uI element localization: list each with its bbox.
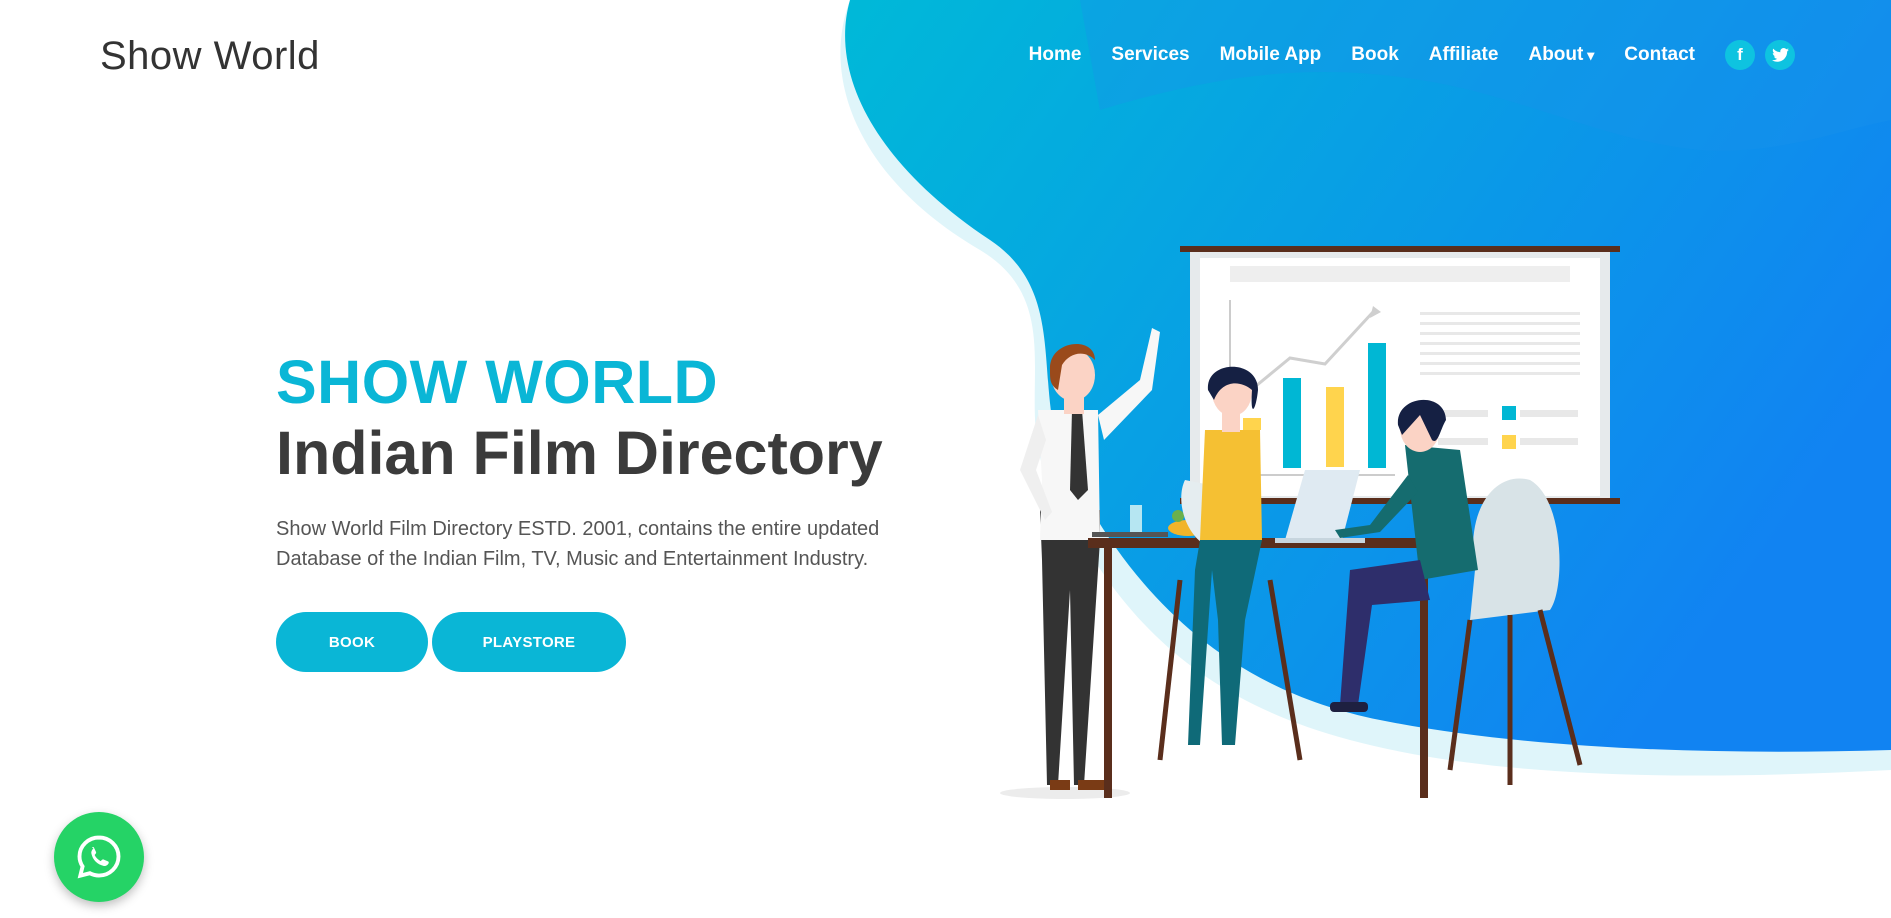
whatsapp-button[interactable]: [54, 812, 144, 902]
social-links: f: [1725, 40, 1795, 70]
twitter-icon[interactable]: [1765, 40, 1795, 70]
brand-logo[interactable]: Show World: [100, 34, 320, 79]
facebook-icon[interactable]: f: [1725, 40, 1755, 70]
hero-section: SHOW WORLD Indian Film Directory Show Wo…: [276, 352, 916, 672]
nav-mobile-app[interactable]: Mobile App: [1220, 44, 1322, 66]
book-button[interactable]: BOOK: [276, 612, 428, 672]
hero-title: SHOW WORLD: [276, 348, 719, 416]
playstore-button[interactable]: PLAYSTORE: [432, 612, 626, 672]
team-meeting-illustration: [1000, 246, 1620, 799]
nav-contact[interactable]: Contact: [1624, 44, 1695, 66]
hero-buttons: BOOK PLAYSTORE: [276, 612, 916, 672]
hero-description: Show World Film Directory ESTD. 2001, co…: [276, 518, 880, 570]
main-nav: Home Services Mobile App Book Affiliate …: [1029, 40, 1795, 70]
nav-about-dropdown[interactable]: About: [1528, 44, 1594, 66]
nav-services[interactable]: Services: [1111, 44, 1189, 66]
hero-subtitle: Indian Film Directory: [276, 419, 883, 487]
nav-home[interactable]: Home: [1029, 44, 1082, 66]
nav-affiliate[interactable]: Affiliate: [1429, 44, 1499, 66]
whatsapp-icon: [77, 835, 121, 879]
nav-book[interactable]: Book: [1351, 44, 1399, 66]
